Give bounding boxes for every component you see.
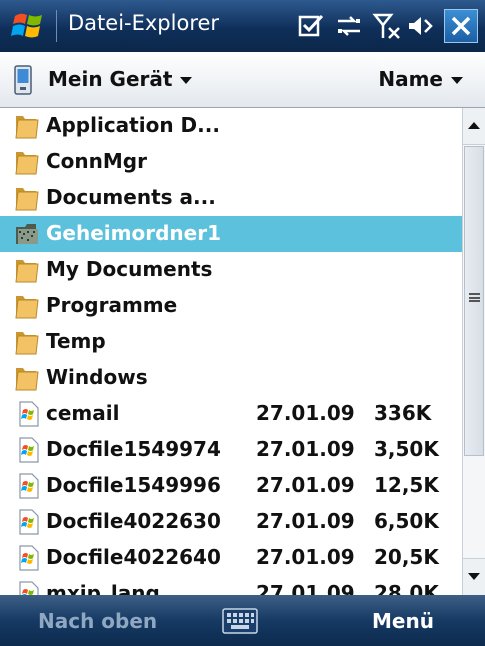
sort-dropdown[interactable]: Name xyxy=(378,67,463,91)
folder-icon xyxy=(14,328,42,356)
connectivity-icon[interactable] xyxy=(334,11,364,41)
folder-row[interactable]: Application D... xyxy=(0,108,462,144)
item-name: mxip_lang xyxy=(46,581,160,595)
softkey-menu-button[interactable]: Menü xyxy=(372,609,434,633)
chevron-down-icon xyxy=(451,77,463,84)
sort-label: Name xyxy=(378,67,443,91)
item-size: 6,50K xyxy=(374,509,439,533)
signal-icon[interactable] xyxy=(372,11,402,41)
folder-icon xyxy=(14,112,42,140)
folder-row[interactable]: ConnMgr xyxy=(0,144,462,180)
item-date: 27.01.09 xyxy=(256,581,355,595)
item-name: Documents a... xyxy=(46,185,216,209)
location-dropdown[interactable]: Mein Gerät xyxy=(48,67,193,91)
windows-start-icon[interactable] xyxy=(10,8,48,44)
item-name: ConnMgr xyxy=(46,149,147,173)
item-size: 3,50K xyxy=(374,437,439,461)
item-name: Docfile4022640 xyxy=(46,545,221,569)
folder-icon xyxy=(14,292,42,320)
folder-row[interactable]: Windows xyxy=(0,360,462,396)
vertical-scrollbar[interactable] xyxy=(462,108,485,595)
item-name: My Documents xyxy=(46,257,213,281)
folder-row[interactable]: Programme xyxy=(0,288,462,324)
file-row[interactable]: Docfile1549974 27.01.09 3,50K xyxy=(0,432,462,468)
file-row[interactable]: Docfile4022630 27.01.09 6,50K xyxy=(0,504,462,540)
title-separator xyxy=(56,10,57,42)
item-name: Docfile1549974 xyxy=(46,437,221,461)
file-row[interactable]: Docfile4022640 27.01.09 20,5K xyxy=(0,540,462,576)
close-icon xyxy=(451,16,471,36)
item-name: Application D... xyxy=(46,113,220,137)
item-name: Windows xyxy=(46,365,148,389)
item-size: 336K xyxy=(374,401,432,425)
softkey-bar: Nach oben Menü xyxy=(0,595,485,646)
item-size: 20,5K xyxy=(374,545,439,569)
folder-row[interactable]: My Documents xyxy=(0,252,462,288)
item-size: 28,0K xyxy=(374,581,439,595)
volume-icon[interactable] xyxy=(406,11,436,41)
scrollbar-thumb[interactable] xyxy=(464,146,484,456)
item-name: Programme xyxy=(46,293,178,317)
sync-status-icon[interactable] xyxy=(296,11,326,41)
folder-row[interactable]: Documents a... xyxy=(0,180,462,216)
folder-icon xyxy=(14,184,42,212)
scroll-up-button[interactable] xyxy=(463,108,485,145)
scroll-down-button[interactable] xyxy=(463,558,485,595)
window-title: Datei-Explorer xyxy=(68,11,220,35)
device-icon xyxy=(14,65,32,95)
folder-icon xyxy=(14,148,42,176)
item-date: 27.01.09 xyxy=(256,473,355,497)
location-label: Mein Gerät xyxy=(48,67,173,91)
file-row[interactable]: Docfile1549996 27.01.09 12,5K xyxy=(0,468,462,504)
item-name: Temp xyxy=(46,329,106,353)
folder-row[interactable]: Temp xyxy=(0,324,462,360)
item-name: cemail xyxy=(46,401,120,425)
file-list[interactable]: Application D... ConnMgr Documents a... Geh… xyxy=(0,108,462,595)
file-explorer-screen: Datei-Explorer Mein Gerät Name Applicati… xyxy=(0,0,485,646)
arrow-down-icon xyxy=(468,573,480,580)
location-bar: Mein Gerät Name xyxy=(0,52,485,108)
folder-row[interactable]: Geheimordner1 xyxy=(0,216,462,252)
keyboard-icon[interactable] xyxy=(222,608,258,634)
file-icon xyxy=(14,544,42,572)
file-icon xyxy=(14,400,42,428)
file-icon xyxy=(14,472,42,500)
folder-icon xyxy=(14,256,42,284)
file-row[interactable]: cemail 27.01.09 336K xyxy=(0,396,462,432)
arrow-up-icon xyxy=(468,122,480,129)
file-icon xyxy=(14,580,42,595)
folder-icon xyxy=(14,364,42,392)
file-icon xyxy=(14,436,42,464)
file-icon xyxy=(14,508,42,536)
chevron-down-icon xyxy=(180,77,193,84)
secret-folder-icon xyxy=(14,220,42,248)
item-name: Docfile1549996 xyxy=(46,473,221,497)
item-date: 27.01.09 xyxy=(256,509,355,533)
item-size: 12,5K xyxy=(374,473,439,497)
item-name: Docfile4022630 xyxy=(46,509,221,533)
close-button[interactable] xyxy=(444,9,478,43)
file-row[interactable]: mxip_lang 27.01.09 28,0K xyxy=(0,576,462,595)
grip-icon xyxy=(469,293,480,302)
item-date: 27.01.09 xyxy=(256,437,355,461)
item-date: 27.01.09 xyxy=(256,545,355,569)
item-date: 27.01.09 xyxy=(256,401,355,425)
softkey-left-button[interactable]: Nach oben xyxy=(38,609,157,633)
item-name: Geheimordner1 xyxy=(46,221,221,245)
title-bar: Datei-Explorer xyxy=(0,0,485,52)
